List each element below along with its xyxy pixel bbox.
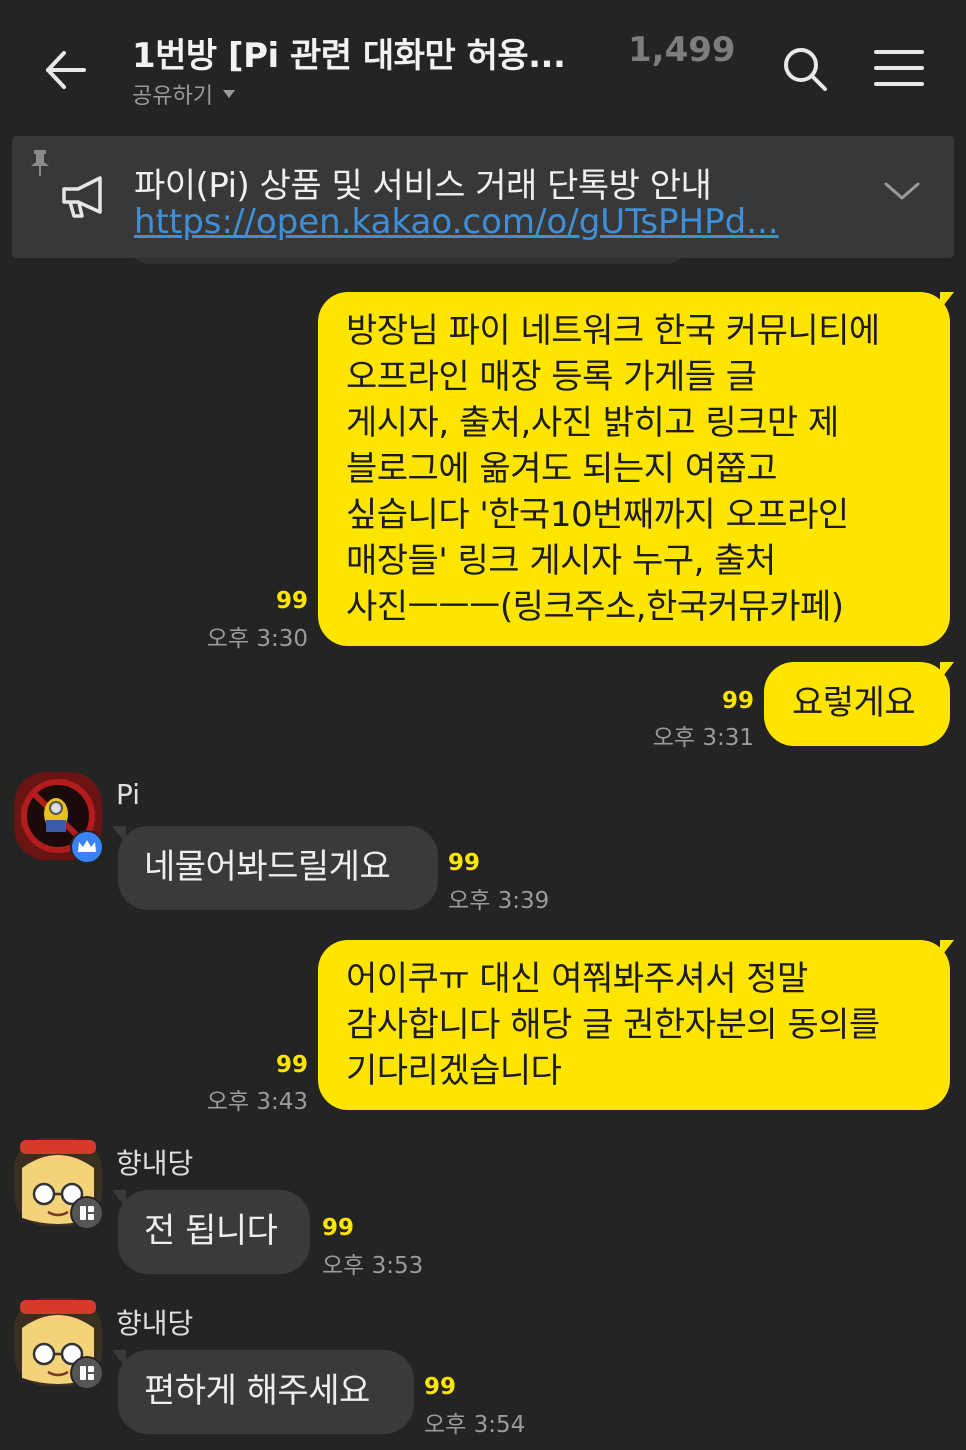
profile-badge-icon (70, 1356, 104, 1390)
message-time: 오후 3:39 (448, 888, 550, 914)
menu-button[interactable] (872, 46, 926, 90)
megaphone-icon (62, 176, 102, 218)
sender-name: 향내당 (116, 1307, 194, 1340)
message-bubble[interactable]: 전 됩니다 (118, 1190, 310, 1274)
message-time: 오후 3:31 (652, 725, 754, 751)
sender-name: Pi (116, 778, 141, 811)
caret-down-icon (222, 90, 235, 98)
message-time: 오후 3:30 (206, 626, 308, 652)
message-bubble[interactable]: 어이쿠ㅠ 대신 여쭤봐주셔서 정말 감사합니다 해당 글 권한자분의 동의를 기… (318, 940, 950, 1110)
crown-icon (70, 830, 104, 864)
avatar[interactable] (14, 1298, 104, 1390)
share-button[interactable]: 공유하기 (132, 78, 235, 110)
unread-count: 99 (424, 1374, 457, 1400)
message-bubble[interactable]: 편하게 해주세요 (118, 1350, 414, 1434)
message-bubble[interactable]: 네물어봐드릴게요 (118, 826, 438, 910)
chat-header: 1번방 [Pi 관련 대화만 허용... 1,499 공유하기 (0, 0, 966, 130)
sender-name: 향내당 (116, 1147, 194, 1180)
avatar[interactable] (14, 1138, 104, 1230)
bubble-tail (112, 1190, 126, 1208)
notice-link[interactable]: https://open.kakao.com/o/gUTsPHPd... (134, 202, 814, 242)
message-time: 오후 3:54 (424, 1412, 526, 1438)
notice-title: 파이(Pi) 상품 및 서비스 거래 단톡방 안내 (134, 166, 712, 206)
message-bubble[interactable]: 요렇게요 (764, 662, 950, 746)
message-time: 오후 3:43 (206, 1089, 308, 1115)
unread-count: 99 (721, 688, 754, 714)
unread-count: 99 (322, 1215, 355, 1241)
bubble-tail (940, 292, 954, 310)
avatar[interactable] (14, 772, 104, 864)
bubble-tail (940, 662, 954, 680)
unread-count: 99 (448, 850, 481, 876)
bubble-tail (112, 1350, 126, 1368)
back-button[interactable] (36, 40, 96, 100)
message-bubble[interactable]: 방장님 파이 네트워크 한국 커뮤니티에 오프라인 매장 등록 가게들 글 게시… (318, 292, 950, 646)
back-arrow-icon (46, 51, 86, 89)
share-label: 공유하기 (132, 84, 213, 109)
notice-banner[interactable]: 파이(Pi) 상품 및 서비스 거래 단톡방 안내 https://open.k… (12, 136, 954, 258)
unread-count: 99 (275, 588, 308, 614)
search-icon (784, 48, 827, 91)
message-time: 오후 3:53 (322, 1253, 424, 1279)
member-count[interactable]: 1,499 (628, 30, 736, 70)
unread-count: 99 (275, 1052, 308, 1078)
chat-room-title[interactable]: 1번방 [Pi 관련 대화만 허용... (132, 28, 582, 77)
bubble-tail (112, 826, 126, 844)
pin-icon (31, 150, 49, 176)
hamburger-menu-icon (874, 50, 924, 86)
profile-badge-icon (70, 1196, 104, 1230)
bubble-tail (940, 940, 954, 958)
search-button[interactable] (780, 44, 830, 94)
chevron-down-icon[interactable] (882, 176, 922, 206)
